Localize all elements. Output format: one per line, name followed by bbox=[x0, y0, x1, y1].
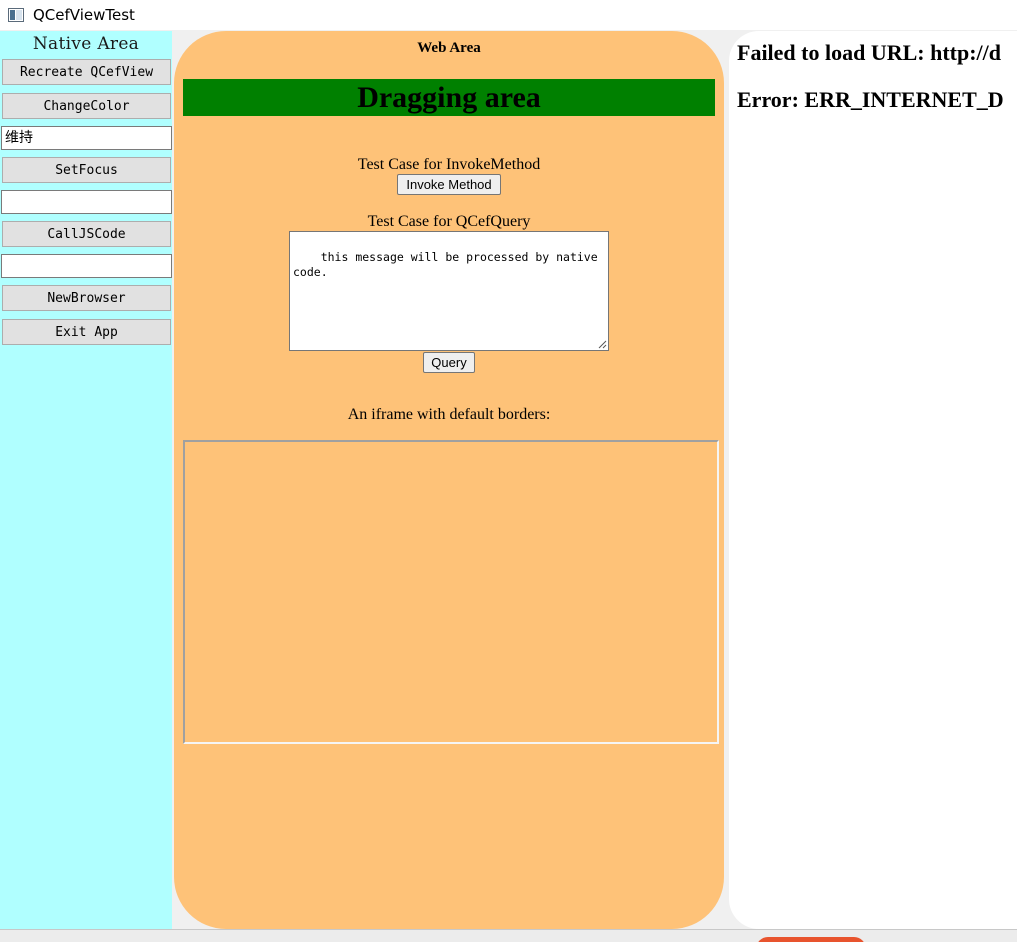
app-window-icon bbox=[8, 8, 24, 22]
js-code-input[interactable] bbox=[1, 254, 172, 278]
qcefquery-caption: Test Case for QCefQuery bbox=[367, 213, 531, 230]
error-page-browser: Failed to load URL: http://d Error: ERR_… bbox=[729, 31, 1017, 929]
exit-app-button[interactable]: Exit App bbox=[2, 319, 171, 345]
query-message-text: this message will be processed by native… bbox=[293, 250, 605, 279]
query-button[interactable]: Query bbox=[423, 352, 475, 373]
color-input[interactable]: 维持 bbox=[1, 126, 172, 150]
dragging-area-label: Dragging area bbox=[357, 80, 541, 114]
native-area-panel: Native Area Recreate QCefView ChangeColo… bbox=[0, 31, 172, 929]
web-area-panel: Web Area Dragging area Test Case for Inv… bbox=[174, 31, 724, 929]
invoke-method-caption: Test Case for InvokeMethod bbox=[357, 156, 541, 173]
native-area-title: Native Area bbox=[32, 34, 140, 54]
default-border-iframe[interactable] bbox=[183, 440, 719, 744]
error-failed-url-text: Failed to load URL: http://d bbox=[737, 40, 1002, 65]
web-area-title: Web Area bbox=[417, 40, 481, 56]
window-title-bar: QCefViewTest bbox=[0, 0, 1017, 30]
iframe-caption: An iframe with default borders: bbox=[347, 406, 551, 423]
call-js-code-button[interactable]: CallJSCode bbox=[2, 221, 171, 247]
window-title: QCefViewTest bbox=[33, 6, 135, 24]
invoke-method-button[interactable]: Invoke Method bbox=[397, 174, 501, 195]
resize-grip-icon[interactable] bbox=[598, 340, 607, 349]
new-browser-button[interactable]: NewBrowser bbox=[2, 285, 171, 311]
change-color-button[interactable]: ChangeColor bbox=[2, 93, 171, 119]
focus-input[interactable] bbox=[1, 190, 172, 214]
taskbar-accent-tab bbox=[756, 937, 866, 942]
error-code-text: Error: ERR_INTERNET_D bbox=[737, 87, 1004, 112]
dragging-area[interactable]: Dragging area bbox=[183, 79, 715, 116]
recreate-qcefview-button[interactable]: Recreate QCefView bbox=[2, 59, 171, 85]
bottom-status-strip bbox=[0, 929, 1017, 942]
query-message-textarea[interactable]: this message will be processed by native… bbox=[289, 231, 609, 351]
set-focus-button[interactable]: SetFocus bbox=[2, 157, 171, 183]
